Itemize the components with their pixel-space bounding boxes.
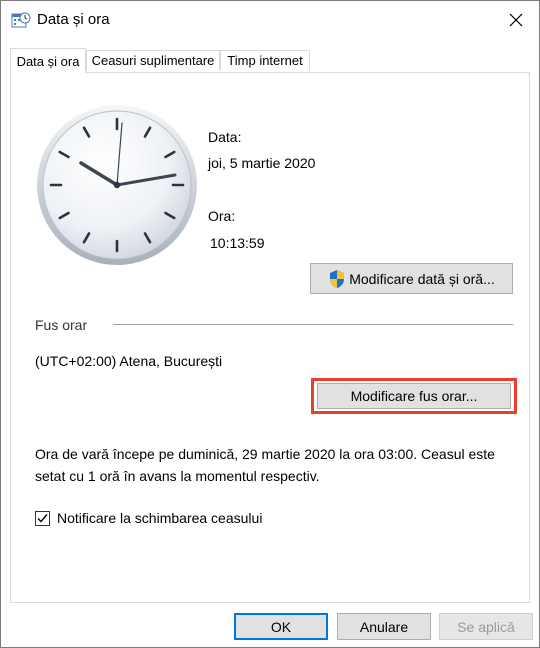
change-date-time-label: Modificare dată și oră... (349, 270, 495, 287)
timezone-value: (UTC+02:00) Atena, București (35, 353, 223, 369)
date-value: joi, 5 martie 2020 (208, 155, 316, 171)
tab-internet-time[interactable]: Timp internet (220, 50, 310, 70)
title-bar: Data și ora (1, 1, 539, 39)
apply-button[interactable]: Se aplică (439, 613, 533, 640)
close-icon (509, 13, 523, 27)
date-time-app-icon (11, 12, 31, 28)
close-button[interactable] (493, 1, 539, 39)
uac-shield-icon (330, 269, 345, 288)
cancel-button[interactable]: Anulare (337, 613, 431, 640)
time-label: Ora: (208, 208, 236, 224)
section-divider (113, 324, 513, 325)
window-title: Data și ora (37, 11, 110, 28)
ok-button[interactable]: OK (234, 613, 328, 640)
notify-checkbox-label[interactable]: Notificare la schimbarea ceasului (57, 510, 262, 526)
dst-info-text: Ora de vară începe pe duminică, 29 marti… (35, 446, 495, 484)
tab-additional-clocks[interactable]: Ceasuri suplimentare (86, 50, 220, 70)
date-time-dialog: Data și ora Data și ora Ceasuri suplimen… (0, 0, 540, 648)
change-timezone-button[interactable]: Modificare fus orar... (317, 383, 511, 409)
analog-clock-icon (37, 105, 197, 265)
date-label: Data: (208, 129, 242, 145)
notify-checkbox[interactable] (35, 511, 50, 526)
timezone-section-label: Fus orar (35, 317, 88, 333)
tab-panel: Data: joi, 5 martie 2020 Ora: 10:13:59 M… (10, 72, 530, 603)
checkmark-icon (37, 514, 48, 523)
time-value: 10:13:59 (210, 235, 265, 251)
tab-date-time[interactable]: Data și ora (10, 48, 86, 73)
change-date-time-button[interactable]: Modificare dată și oră... (310, 263, 513, 294)
